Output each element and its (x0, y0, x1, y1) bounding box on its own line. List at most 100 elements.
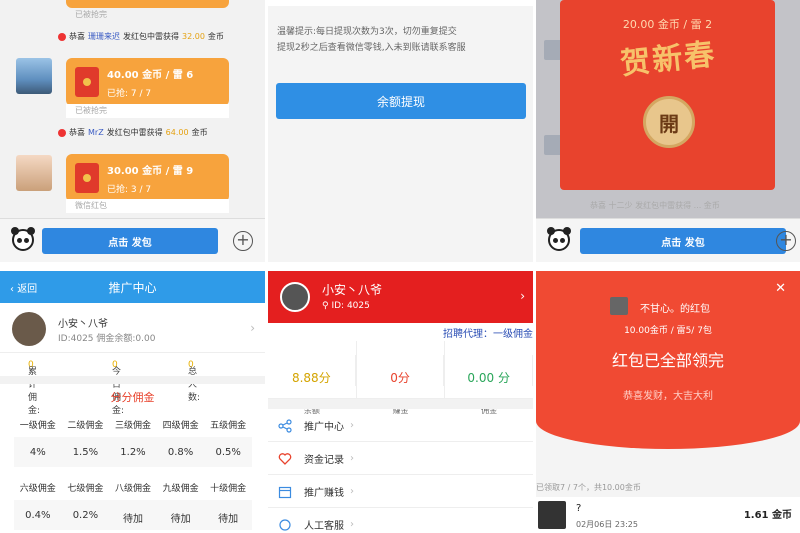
menu-label: 推广中心 (304, 422, 344, 433)
sys-user-name: 珊珊来迟 (88, 32, 120, 41)
heart-icon (278, 452, 292, 465)
stat-value: 0.00 分 (445, 355, 533, 386)
red-envelope-modal: 20.00 金币 / 雷 2 贺新春 開 (560, 0, 775, 190)
avatar[interactable] (16, 155, 52, 191)
claimer-name: ? (576, 503, 582, 514)
close-icon[interactable]: ✕ (775, 281, 786, 296)
rate-value: 4% (29, 447, 46, 458)
rate-value: 待加 (122, 514, 143, 525)
send-packet-button[interactable]: 点击 发包 (42, 228, 218, 254)
packet-type: 微信红包 (66, 199, 229, 213)
avatar[interactable] (16, 58, 52, 94)
stat-people: 总人数: 0 (188, 360, 200, 403)
send-packet-button[interactable]: 点击 发包 (580, 228, 786, 254)
menu-item-promo[interactable]: 推广中心 › (268, 410, 533, 442)
amount-value: 1.61 (743, 510, 769, 521)
input-area[interactable] (268, 0, 533, 6)
sys-unit: 金币 (207, 32, 224, 41)
red-packet-bubble[interactable]: 40.00 金币 / 雷 6 已抢: 7 / 7 (66, 58, 229, 106)
packet-title: 30.00 金币 / 雷 9 (107, 165, 194, 177)
user-name: 小安丶八爷 (58, 319, 108, 330)
packet-owner: 不甘心。的红包 (640, 304, 710, 315)
plus-icon[interactable]: + (776, 231, 796, 251)
avatar (610, 297, 628, 315)
withdraw-panel: 温馨提示:每日提现次数为3次，切勿重复提交 提现2秒之后查看微信零钱,入未到账请… (268, 0, 533, 262)
plus-icon[interactable]: + (233, 231, 253, 251)
promo-center-panel: ‹ 返回 推广中心 小安丶八爷 ID:4025 佣金余额:0.00 › 累计佣金… (0, 271, 265, 533)
packet-title: 20.00 金币 / 雷 2 (622, 18, 713, 31)
packet-status: 已被抢完 (75, 10, 107, 19)
divider (0, 376, 265, 384)
stat-total: 累计佣金: 0 (28, 360, 40, 416)
level-label: 七级佣金 (67, 484, 104, 494)
red-packet-bubble[interactable]: 30.00 金币 / 雷 9 已抢: 3 / 7 (66, 154, 229, 202)
recruit-marquee: 招聘代理：一级佣金 (443, 329, 533, 340)
stat-value: 8.88分 (268, 355, 356, 386)
amount-unit: 金币 (772, 510, 792, 521)
panda-avatar-icon[interactable] (547, 227, 571, 251)
level-labels-row: 六级佣金 七级佣金 八级佣金 九级佣金 十级佣金 (14, 481, 252, 494)
withdraw-button[interactable]: 余额提现 (276, 83, 526, 119)
level-label: 二级佣金 (67, 421, 104, 431)
input-bar: 点击 发包 + (536, 218, 800, 262)
stat-balance[interactable]: 8.88分 余额 (268, 341, 357, 415)
share-icon (278, 418, 292, 433)
packet-status: 已被抢完 (66, 104, 229, 118)
tip-line: 温馨提示:每日提现次数为3次，切勿重复提交 (277, 27, 457, 37)
tip-line: 提现2秒之后查看微信零钱,入未到账请联系客服 (277, 43, 466, 53)
sys-prefix: 恭喜 (69, 32, 85, 41)
menu-item-funds[interactable]: 资金记录 › (268, 443, 533, 475)
rate-value: 待加 (218, 514, 239, 525)
level-label: 三级佣金 (114, 421, 151, 431)
claim-summary: 已领取7 / 7个，共10.00金币 (536, 483, 641, 492)
stat-today: 今日佣金: 0 (112, 360, 124, 416)
open-button[interactable]: 開 (643, 96, 695, 148)
rate-value: 1.5% (72, 447, 99, 458)
red-packet-bubble-partial[interactable] (66, 0, 229, 8)
menu-item-earn[interactable]: 推广赚钱 › (268, 476, 533, 508)
avatar (12, 312, 46, 346)
user-card[interactable]: 小安丶八爷 ID:4025 佣金余额:0.00 › (0, 303, 265, 353)
packet-grabbed: 已抢: 7 / 7 (107, 88, 152, 99)
chevron-right-icon: › (350, 486, 354, 497)
stat-earned[interactable]: 0分 赚金 (357, 341, 446, 415)
blessing-text: 恭喜发财，大吉大利 (623, 391, 713, 402)
rate-value: 0.8% (167, 447, 194, 458)
screenshot-collage: 已被抢完 恭喜 珊珊来迟 发红包中雷获得 32.00 金币 40.00 金币 /… (0, 0, 800, 533)
menu-item-service[interactable]: 人工客服 › (268, 509, 533, 533)
panda-avatar-icon[interactable] (11, 227, 35, 251)
sys-text: 发红包中雷获得 (106, 128, 163, 137)
packet-title: 40.00 金币 / 雷 6 (107, 69, 194, 81)
chevron-right-icon: › (520, 289, 525, 303)
chat-panel: 已被抢完 恭喜 珊珊来迟 发红包中雷获得 32.00 金币 40.00 金币 /… (0, 0, 265, 262)
red-packet-icon (58, 32, 66, 41)
red-envelope-icon (75, 163, 99, 193)
divider (0, 262, 800, 271)
sys-unit: 金币 (191, 128, 208, 137)
profile-panel: 小安丶八爷 ⚲ ID: 4025 › 招聘代理：一级佣金 8.88分 余额 0分… (268, 271, 533, 533)
claim-clock: 23:25 (614, 520, 638, 529)
claim-amount: 1.61 金币 (744, 506, 792, 521)
commission-stats: 累计佣金: 0 今日佣金: 0 总人数: 0 (0, 356, 265, 416)
packet-grabbed: 已抢: 3 / 7 (107, 184, 152, 195)
rates-row: 0.4% 0.2% 待加 待加 待加 (14, 510, 252, 525)
system-message: 恭喜 十二少 发红包中雷获得 ... 金币 (590, 201, 720, 210)
stat-commission[interactable]: 0.00 分 佣金 (445, 341, 533, 415)
result-title: 红包已全部领完 (611, 351, 724, 370)
header: ‹ 返回 推广中心 (0, 271, 265, 303)
level-label: 四级佣金 (162, 421, 199, 431)
claim-date: 02月06日 (576, 520, 613, 529)
sys-amount: 32.00 (182, 32, 205, 41)
red-packet-icon (58, 128, 66, 137)
level-labels-row: 一级佣金 二级佣金 三级佣金 四级佣金 五级佣金 (14, 418, 252, 431)
avatar (280, 282, 310, 312)
rate-value: 0.2% (72, 510, 99, 521)
claim-row[interactable]: ? 02月06日 23:25 1.61 金币 (536, 497, 800, 533)
profile-header[interactable]: 小安丶八爷 ⚲ ID: 4025 › (268, 271, 533, 323)
user-icon: ⚲ (322, 301, 329, 311)
rate-value: 1.2% (120, 447, 146, 458)
section-title: 分分佣金 (110, 391, 155, 404)
menu-label: 人工客服 (304, 521, 344, 532)
user-id-text: ID: 4025 (331, 301, 370, 311)
level-label: 一级佣金 (19, 421, 56, 431)
